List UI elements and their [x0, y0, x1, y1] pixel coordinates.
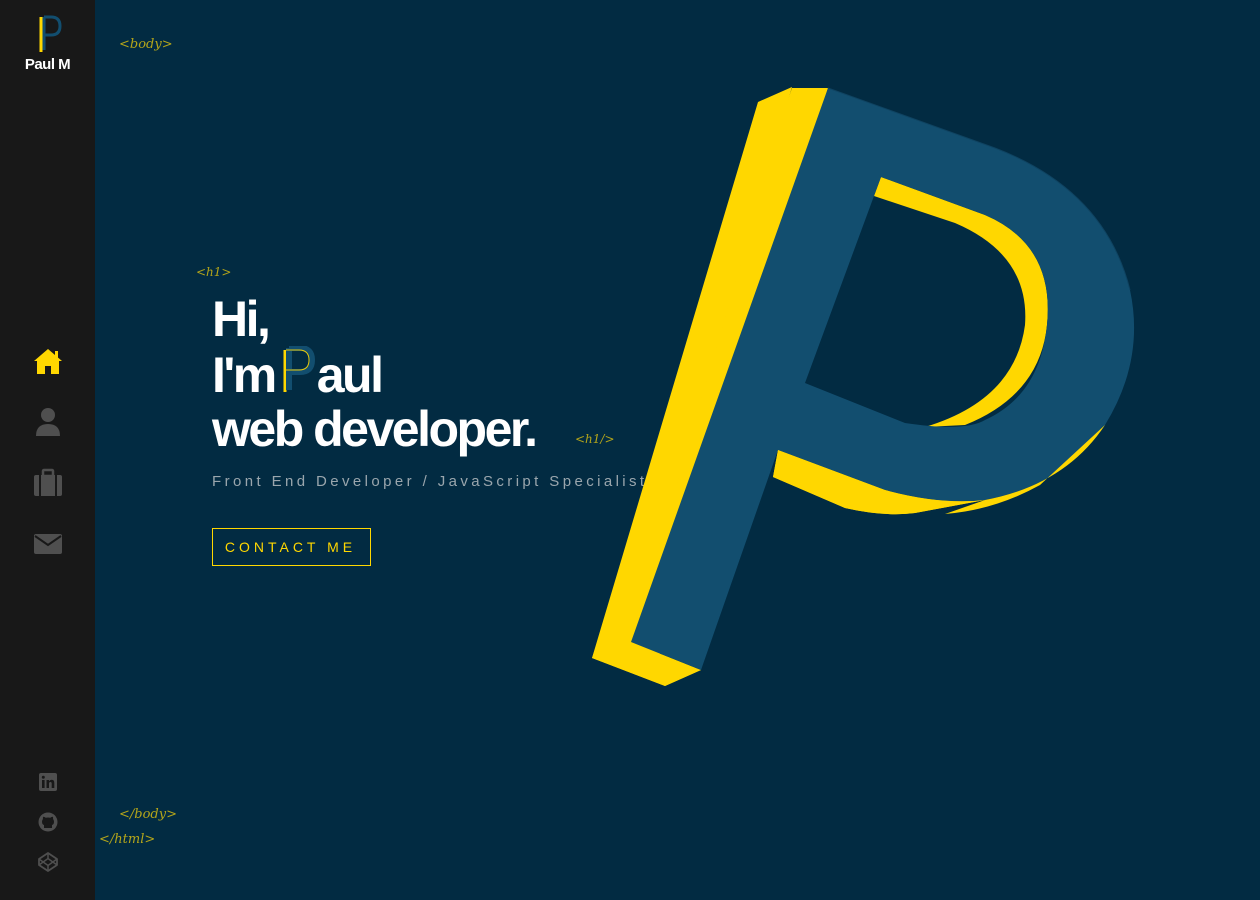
h1-open-tag: <h1>	[196, 265, 232, 279]
nav-item-work[interactable]	[0, 452, 95, 513]
briefcase-icon	[33, 468, 62, 496]
user-icon	[35, 407, 60, 436]
hero-line-greeting: Hi,	[212, 291, 271, 347]
nav-item-home[interactable]	[0, 330, 95, 391]
logo[interactable]: Paul M	[0, 14, 95, 73]
nav-item-about[interactable]	[0, 391, 95, 452]
hero-line-role: web developer.	[212, 401, 538, 457]
social-linkedin[interactable]	[0, 762, 95, 802]
html-close-tag: </html>	[99, 832, 156, 847]
main-nav	[0, 330, 95, 574]
body-close-tag: </body>	[119, 807, 177, 822]
hero-subtitle: Front End Developer / JavaScript Special…	[212, 473, 648, 490]
codepen-icon	[37, 852, 58, 872]
logo-text: Paul M	[24, 56, 71, 73]
home-icon	[33, 348, 62, 374]
social-links	[0, 762, 95, 882]
big-p-logo-icon	[592, 87, 1135, 686]
social-github[interactable]	[0, 802, 95, 842]
sidebar: Paul M	[0, 0, 95, 900]
hero-aul-text: aul	[316, 347, 384, 403]
hero-im-text: I'm	[212, 347, 277, 403]
linkedin-icon	[38, 773, 57, 791]
body-open-tag: <body>	[119, 37, 173, 52]
github-icon	[38, 812, 57, 832]
nav-item-contact[interactable]	[0, 513, 95, 574]
logo-p-icon	[39, 15, 62, 52]
envelope-icon	[33, 533, 62, 554]
contact-me-button[interactable]: CONTACT ME	[212, 528, 371, 566]
hero-line-name: I'm aul	[212, 346, 535, 402]
hero-p-letter-icon	[283, 346, 315, 392]
social-codepen[interactable]	[0, 842, 95, 882]
hero-heading: Hi, I'm aul web developer.	[212, 291, 538, 457]
